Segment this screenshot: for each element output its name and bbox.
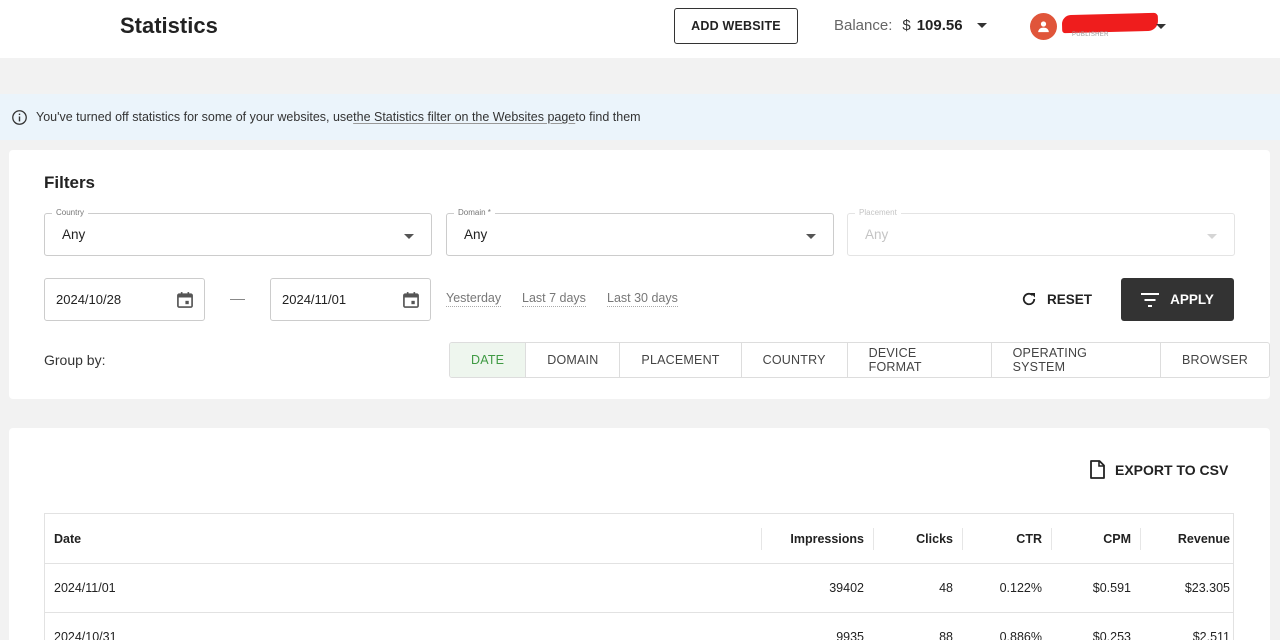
table-row: 2024/11/01 39402 48 0.122% $0.591 $23.30… <box>45 564 1233 613</box>
cell-revenue: $2.511 <box>1192 630 1230 640</box>
reset-button[interactable]: RESET <box>1020 285 1092 313</box>
table-row: 2024/10/31 9935 88 0.886% $0.253 $2.511 <box>45 613 1233 640</box>
quick-range-yesterday[interactable]: Yesterday <box>446 291 502 307</box>
group-by-tab-domain[interactable]: DOMAIN <box>525 343 619 377</box>
domain-select-value: Any <box>464 227 488 242</box>
group-by-tab-operating-system[interactable]: OPERATING SYSTEM <box>990 343 1160 377</box>
page-title: Statistics <box>120 13 218 38</box>
apply-button[interactable]: APPLY <box>1121 278 1234 321</box>
column-header-revenue[interactable]: Revenue <box>1140 527 1233 550</box>
date-from-value: 2024/10/28 <box>56 292 122 307</box>
cell-impressions: 9935 <box>836 630 864 640</box>
chevron-down-icon <box>976 23 987 28</box>
country-select[interactable]: Country Any <box>44 208 432 256</box>
domain-select[interactable]: Domain * Any <box>446 208 834 256</box>
calendar-icon[interactable] <box>175 290 195 315</box>
balance-amount: 109.56 <box>916 17 963 34</box>
domain-select-label: Domain * <box>454 208 495 218</box>
account-name-redacted[interactable] <box>1061 12 1159 34</box>
quick-range-last-30-days[interactable]: Last 30 days <box>607 291 678 307</box>
group-by-label: Group by: <box>44 352 106 368</box>
column-header-impressions[interactable]: Impressions <box>761 527 873 550</box>
chevron-down-icon <box>404 234 414 239</box>
quick-range-last-7-days[interactable]: Last 7 days <box>522 291 586 307</box>
date-to-input[interactable]: 2024/11/01 <box>270 278 431 321</box>
cell-clicks: 88 <box>939 630 953 640</box>
info-icon <box>11 109 28 126</box>
statistics-table: Date Impressions Clicks CTR CPM Revenue … <box>44 513 1234 640</box>
cell-impressions: 39402 <box>829 581 864 595</box>
column-header-clicks[interactable]: Clicks <box>873 527 962 550</box>
cell-ctr: 0.122% <box>999 581 1042 595</box>
group-by-tab-device-format[interactable]: DEVICE FORMAT <box>846 343 991 377</box>
info-banner: You've turned off statistics for some of… <box>0 94 1280 140</box>
group-by-tab-date[interactable]: DATE <box>450 343 526 377</box>
refresh-icon <box>1022 292 1036 306</box>
filters-title: Filters <box>44 173 96 192</box>
balance-label: Balance: <box>834 17 893 34</box>
placement-select-value: Any <box>865 227 889 242</box>
group-by-tabs: DATE DOMAIN PLACEMENT COUNTRY DEVICE FOR… <box>449 342 1270 378</box>
balance-currency: $ <box>902 17 911 34</box>
account-role: PUBLISHER <box>1072 32 1109 38</box>
cell-revenue: $23.305 <box>1184 581 1230 595</box>
group-by-tab-country[interactable]: COUNTRY <box>740 343 847 377</box>
placement-select: Placement Any <box>847 208 1235 256</box>
top-bar: Statistics ADD WEBSITE Balance: $ 109.56… <box>0 0 1280 58</box>
file-icon <box>1090 460 1105 479</box>
balance-dropdown[interactable]: Balance: $ 109.56 <box>834 17 987 34</box>
statistics-filter-link[interactable]: the Statistics filter on the Websites pa… <box>353 110 575 124</box>
apply-label: APPLY <box>1170 292 1214 307</box>
banner-text-before: You've turned off statistics for some of… <box>36 110 354 124</box>
group-by-tab-browser[interactable]: BROWSER <box>1160 343 1269 377</box>
reset-label: RESET <box>1047 291 1093 307</box>
filters-panel: Filters Country Any Domain * Any Placeme… <box>9 150 1270 399</box>
avatar[interactable] <box>1030 13 1057 40</box>
cell-date: 2024/10/31 <box>54 630 117 640</box>
date-to-value: 2024/11/01 <box>282 292 347 307</box>
date-range-separator <box>230 299 245 300</box>
user-icon <box>1038 21 1049 33</box>
statistics-table-panel: EXPORT TO CSV Date Impressions Clicks CT… <box>9 428 1270 640</box>
filter-icon <box>1141 292 1160 307</box>
column-header-ctr[interactable]: CTR <box>962 527 1051 550</box>
column-header-date[interactable]: Date <box>45 532 761 546</box>
banner-text-after: to find them <box>575 110 641 124</box>
chevron-down-icon <box>1207 234 1217 239</box>
cell-cpm: $0.591 <box>1092 581 1131 595</box>
cell-cpm: $0.253 <box>1092 630 1131 640</box>
cell-clicks: 48 <box>939 581 953 595</box>
column-header-cpm[interactable]: CPM <box>1051 527 1140 550</box>
chevron-down-icon <box>806 234 816 239</box>
cell-date: 2024/11/01 <box>54 581 116 595</box>
account-chevron-down-icon[interactable] <box>1156 24 1166 29</box>
export-csv-label: EXPORT TO CSV <box>1115 461 1229 478</box>
placement-select-label: Placement <box>855 208 901 218</box>
cell-ctr: 0.886% <box>999 630 1042 640</box>
table-header-row: Date Impressions Clicks CTR CPM Revenue <box>45 514 1233 564</box>
date-from-input[interactable]: 2024/10/28 <box>44 278 205 321</box>
add-website-button[interactable]: ADD WEBSITE <box>674 8 798 44</box>
country-select-label: Country <box>52 208 89 218</box>
country-select-value: Any <box>62 227 86 242</box>
calendar-icon[interactable] <box>401 290 421 315</box>
group-by-tab-placement[interactable]: PLACEMENT <box>619 343 740 377</box>
export-csv-button[interactable]: EXPORT TO CSV <box>1089 460 1228 479</box>
